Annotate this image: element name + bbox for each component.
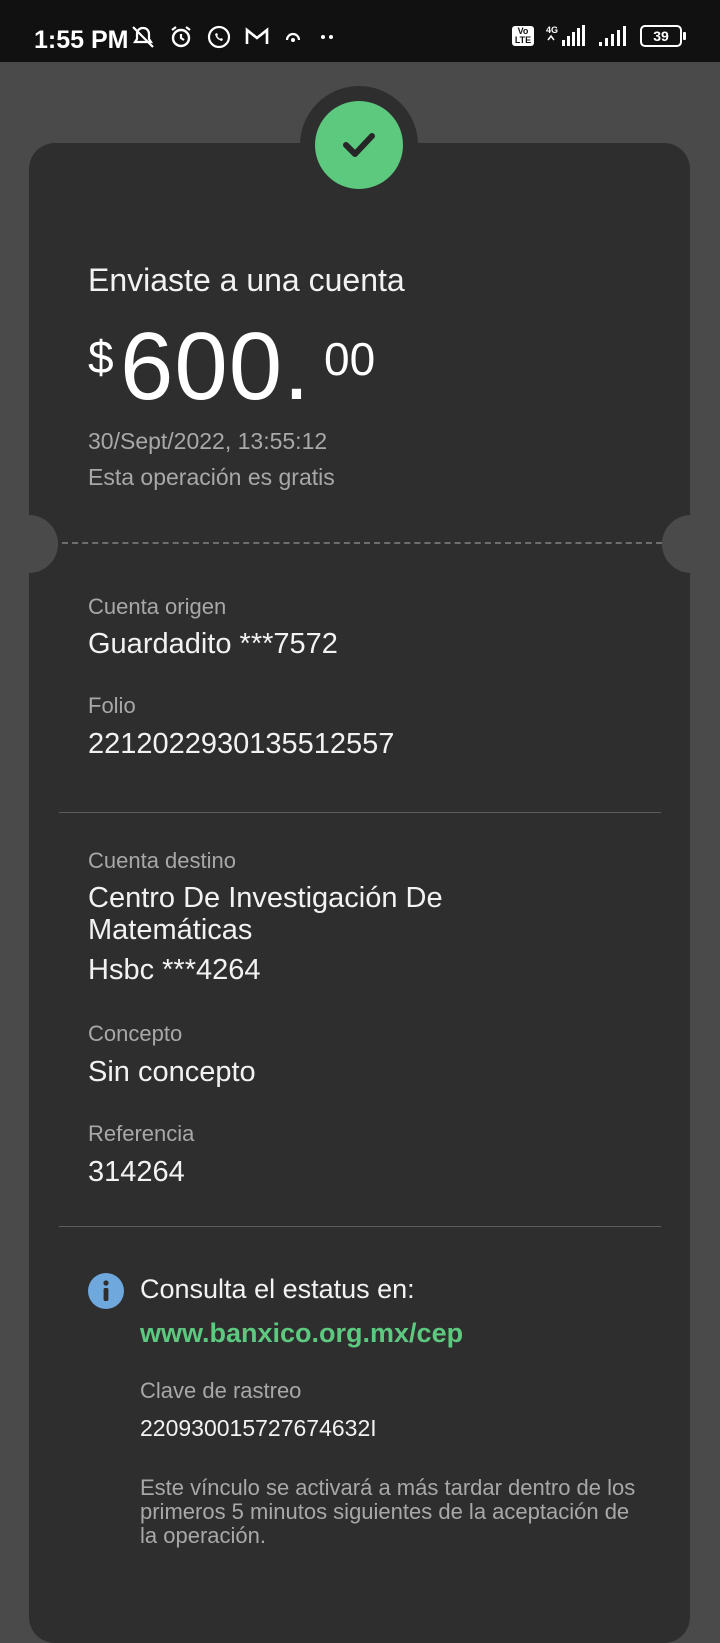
reference-label: Referencia [88, 1121, 195, 1146]
status-bar: 1:55 PM Vo LTE 4G 39 [0, 0, 720, 62]
signal-icon [599, 26, 626, 46]
ticket-notch-right [662, 515, 720, 573]
status-check-text: Consulta el estatus en: [140, 1274, 415, 1304]
destination-account-label: Cuenta destino [88, 848, 236, 873]
amount-integer: 600. [120, 313, 311, 420]
tracking-key-value: 220930015727674632I [140, 1415, 377, 1441]
section-divider [59, 812, 661, 813]
destination-account-name-line1: Centro De Investigación De [88, 882, 443, 914]
signal-4g-icon: 4G [546, 25, 585, 46]
network-label: 4G [546, 25, 558, 35]
volte-badge: Vo LTE [512, 26, 534, 46]
amount-decimals: 00 [324, 333, 376, 385]
banxico-cep-link[interactable]: www.banxico.org.mx/cep [140, 1318, 463, 1349]
success-check-icon [315, 101, 403, 189]
destination-account-bank: Hsbc ***4264 [88, 954, 261, 986]
transaction-datetime: 30/Sept/2022, 13:55:12 [88, 428, 328, 454]
folio-label: Folio [88, 693, 136, 718]
alarm-icon [171, 26, 191, 48]
hotspot-icon [285, 32, 301, 42]
origin-account-value: Guardadito ***7572 [88, 628, 338, 660]
gmail-icon [245, 27, 269, 44]
mute-icon [132, 26, 154, 48]
fee-note: Esta operación es gratis [88, 464, 335, 490]
ticket-perforation [62, 542, 662, 544]
more-dots-icon [321, 35, 333, 39]
ticket-notch-left [0, 515, 58, 573]
info-icon [88, 1273, 124, 1309]
reference-value: 314264 [88, 1156, 185, 1188]
amount-currency: $ [88, 331, 114, 383]
tracking-key-label: Clave de rastreo [140, 1378, 302, 1403]
status-time: 1:55 PM [34, 26, 129, 54]
link-activation-note: Este vínculo se activará a más tardar de… [140, 1475, 636, 1548]
battery-icon: 39 [640, 25, 686, 47]
status-system-icons: Vo LTE 4G 39 [512, 24, 686, 48]
whatsapp-icon [207, 25, 231, 49]
receipt-title: Enviaste a una cuenta [88, 262, 405, 298]
folio-value: 2212022930135512557 [88, 728, 395, 760]
concept-value: Sin concepto [88, 1056, 256, 1088]
section-divider [59, 1226, 661, 1227]
status-notification-icons [130, 24, 338, 50]
origin-account-label: Cuenta origen [88, 594, 227, 619]
destination-account-name-line2: Matemáticas [88, 914, 253, 946]
concept-label: Concepto [88, 1021, 183, 1046]
